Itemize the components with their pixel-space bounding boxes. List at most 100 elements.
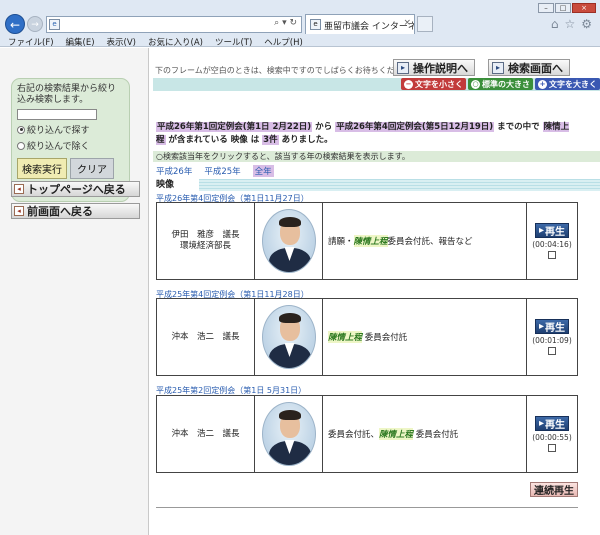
year-hint: ○検索該当年をクリックすると、該当する年の検索結果を表示します。 bbox=[153, 151, 600, 162]
help-button-label: 操作説明へ bbox=[413, 61, 468, 75]
content-before: 委員会付託、 bbox=[328, 430, 380, 440]
duration: (00:04:16) bbox=[532, 240, 572, 249]
minimize-icon[interactable]: – bbox=[538, 3, 554, 13]
results-frame: 下のフレームが空白のときは、検索中ですのでしばらくお待ちください。 ▸ 操作説明… bbox=[150, 48, 600, 535]
portrait-cell bbox=[255, 203, 323, 279]
refine-keyword-input[interactable] bbox=[17, 109, 97, 120]
menu-favorites[interactable]: お気に入り(A) bbox=[148, 36, 203, 48]
radio-narrow-dot[interactable] bbox=[17, 125, 25, 134]
speaker-name: 沖本 浩二 議長 bbox=[171, 428, 240, 439]
home-icon[interactable]: ⌂ bbox=[551, 17, 559, 31]
address-bar[interactable]: e ⌕ ▾ ↻ bbox=[46, 16, 302, 33]
play-cell: ▸ 再生 (00:04:16) bbox=[527, 203, 577, 279]
font-small-label: 文字を小さく bbox=[415, 79, 463, 89]
summary-count: 3件 bbox=[262, 135, 279, 145]
new-tab-button[interactable] bbox=[417, 16, 433, 32]
menu-file[interactable]: ファイル(F) bbox=[8, 36, 54, 48]
plus-icon: + bbox=[538, 79, 547, 89]
content-after: 委員会付託 bbox=[364, 333, 408, 343]
search-screen-button[interactable]: ▸ 検索画面へ bbox=[488, 59, 570, 76]
play-label: 再生 bbox=[545, 227, 566, 238]
content-keyword: 陳情上程 bbox=[353, 235, 388, 247]
select-checkbox[interactable] bbox=[548, 251, 556, 259]
font-size-controls: − 文字を小さく ○ 標準の大きさ + 文字を大きく bbox=[401, 78, 600, 90]
summary-from-suffix: から bbox=[315, 122, 333, 132]
font-large-button[interactable]: + 文字を大きく bbox=[535, 78, 600, 90]
speaker-cell: 伊田 雅彦 議長 環境経済部長 bbox=[157, 203, 255, 279]
font-standard-button[interactable]: ○ 標準の大きさ bbox=[468, 78, 533, 90]
circle-icon: ○ bbox=[471, 79, 480, 89]
play-cell: ▸ 再生 (00:01:09) bbox=[527, 299, 577, 375]
forward-icon[interactable]: → bbox=[27, 16, 43, 32]
radio-narrow[interactable]: 絞り込んで探す bbox=[17, 123, 124, 136]
portrait-cell bbox=[255, 396, 323, 472]
refine-button-row: 検索実行 クリア bbox=[17, 158, 124, 179]
video-section-label: 映像 bbox=[153, 179, 199, 191]
content-before: 請願・ bbox=[328, 237, 354, 247]
year-filter: 平成26年 平成25年 全年 bbox=[156, 165, 274, 177]
content-cell: 請願・ 陳情上程 委員会付託、報告など bbox=[323, 203, 527, 279]
result-row: 伊田 雅彦 議長 環境経済部長 請願・ 陳情上程 委員会付託、報告など ▸ 再生… bbox=[156, 202, 578, 280]
summary-mid: が含まれている bbox=[168, 135, 228, 145]
arrow-right-icon: ▸ bbox=[492, 61, 504, 74]
radio-exclude[interactable]: 絞り込んで除く bbox=[17, 139, 124, 152]
speaker-cell: 沖本 浩二 議長 bbox=[157, 299, 255, 375]
previous-screen-label: 前画面へ戻る bbox=[27, 205, 93, 218]
back-arrow-icon: ◂ bbox=[14, 184, 24, 194]
content-after: 委員会付託 bbox=[415, 430, 459, 440]
minus-icon: − bbox=[404, 79, 413, 89]
top-page-label: トップページへ戻る bbox=[27, 183, 126, 196]
play-button[interactable]: ▸ 再生 bbox=[535, 319, 569, 334]
year-link-h25[interactable]: 平成25年 bbox=[204, 165, 240, 177]
browser-chrome: – □ × ← → e ⌕ ▾ ↻ e 亜留市議会 インターネッ... × ⌂ … bbox=[0, 0, 600, 48]
year-link-h26[interactable]: 平成26年 bbox=[156, 165, 192, 177]
page-favicon-icon: e bbox=[49, 19, 60, 30]
menu-view[interactable]: 表示(V) bbox=[107, 36, 136, 48]
clear-button[interactable]: クリア bbox=[70, 158, 114, 179]
menu-bar: ファイル(F) 編集(E) 表示(V) お気に入り(A) ツール(T) ヘルプ(… bbox=[0, 36, 600, 48]
speaker-portrait bbox=[261, 305, 316, 369]
left-frame: 右記の検索結果から絞り込み検索します。 絞り込んで探す 絞り込んで除く 検索実行… bbox=[0, 48, 149, 535]
previous-screen-button[interactable]: ◂ 前画面へ戻る bbox=[11, 203, 140, 219]
execute-search-button[interactable]: 検索実行 bbox=[17, 158, 67, 179]
menu-tools[interactable]: ツール(T) bbox=[215, 36, 252, 48]
duration: (00:00:55) bbox=[532, 433, 572, 442]
favorites-star-icon[interactable]: ☆ bbox=[564, 17, 575, 31]
maximize-icon[interactable]: □ bbox=[555, 3, 571, 13]
speaker-cell: 沖本 浩二 議長 bbox=[157, 396, 255, 472]
play-button[interactable]: ▸ 再生 bbox=[535, 223, 569, 238]
back-icon[interactable]: ← bbox=[5, 14, 25, 34]
search-summary: 平成26年第1回定例会(第1日 2月22日) から 平成26年第4回定例会(第5… bbox=[156, 121, 576, 147]
radio-exclude-dot[interactable] bbox=[17, 141, 25, 150]
duration: (00:01:09) bbox=[532, 336, 572, 345]
speaker-name: 沖本 浩二 議長 bbox=[171, 331, 240, 342]
play-icon: ▸ bbox=[538, 418, 545, 429]
help-button[interactable]: ▸ 操作説明へ bbox=[393, 59, 475, 76]
content-after: 委員会付託、報告など bbox=[387, 237, 473, 247]
select-checkbox[interactable] bbox=[548, 347, 556, 355]
window-controls: – □ × bbox=[538, 3, 596, 13]
content-cell: 陳情上程 委員会付託 bbox=[323, 299, 527, 375]
continuous-play-button[interactable]: 連続再生 bbox=[530, 482, 578, 497]
play-button[interactable]: ▸ 再生 bbox=[535, 416, 569, 431]
menu-help[interactable]: ヘルプ(H) bbox=[264, 36, 303, 48]
top-page-button[interactable]: ◂ トップページへ戻る bbox=[11, 181, 140, 197]
radio-narrow-label: 絞り込んで探す bbox=[27, 126, 90, 136]
close-icon[interactable]: × bbox=[572, 3, 596, 13]
menu-edit[interactable]: 編集(E) bbox=[66, 36, 95, 48]
bottom-divider bbox=[156, 507, 578, 508]
play-label: 再生 bbox=[545, 420, 566, 431]
font-small-button[interactable]: − 文字を小さく bbox=[401, 78, 466, 90]
address-tools-icon[interactable]: ⌕ ▾ ↻ bbox=[274, 18, 297, 28]
select-checkbox[interactable] bbox=[548, 444, 556, 452]
settings-gear-icon[interactable]: ⚙ bbox=[581, 17, 592, 31]
play-label: 再生 bbox=[545, 323, 566, 334]
year-link-all[interactable]: 全年 bbox=[252, 165, 274, 177]
tab-close-icon[interactable]: × bbox=[403, 18, 411, 28]
browser-tab[interactable]: e 亜留市議会 インターネッ... × bbox=[305, 14, 415, 34]
speaker-name: 伊田 雅彦 議長 bbox=[171, 230, 240, 240]
content-cell: 委員会付託、 陳情上程 委員会付託 bbox=[323, 396, 527, 472]
summary-media: 映像 bbox=[230, 135, 248, 145]
font-size-bar: − 文字を小さく ○ 標準の大きさ + 文字を大きく bbox=[153, 78, 600, 91]
summary-to: 平成26年第4回定例会(第5日12月19日) bbox=[335, 122, 495, 132]
